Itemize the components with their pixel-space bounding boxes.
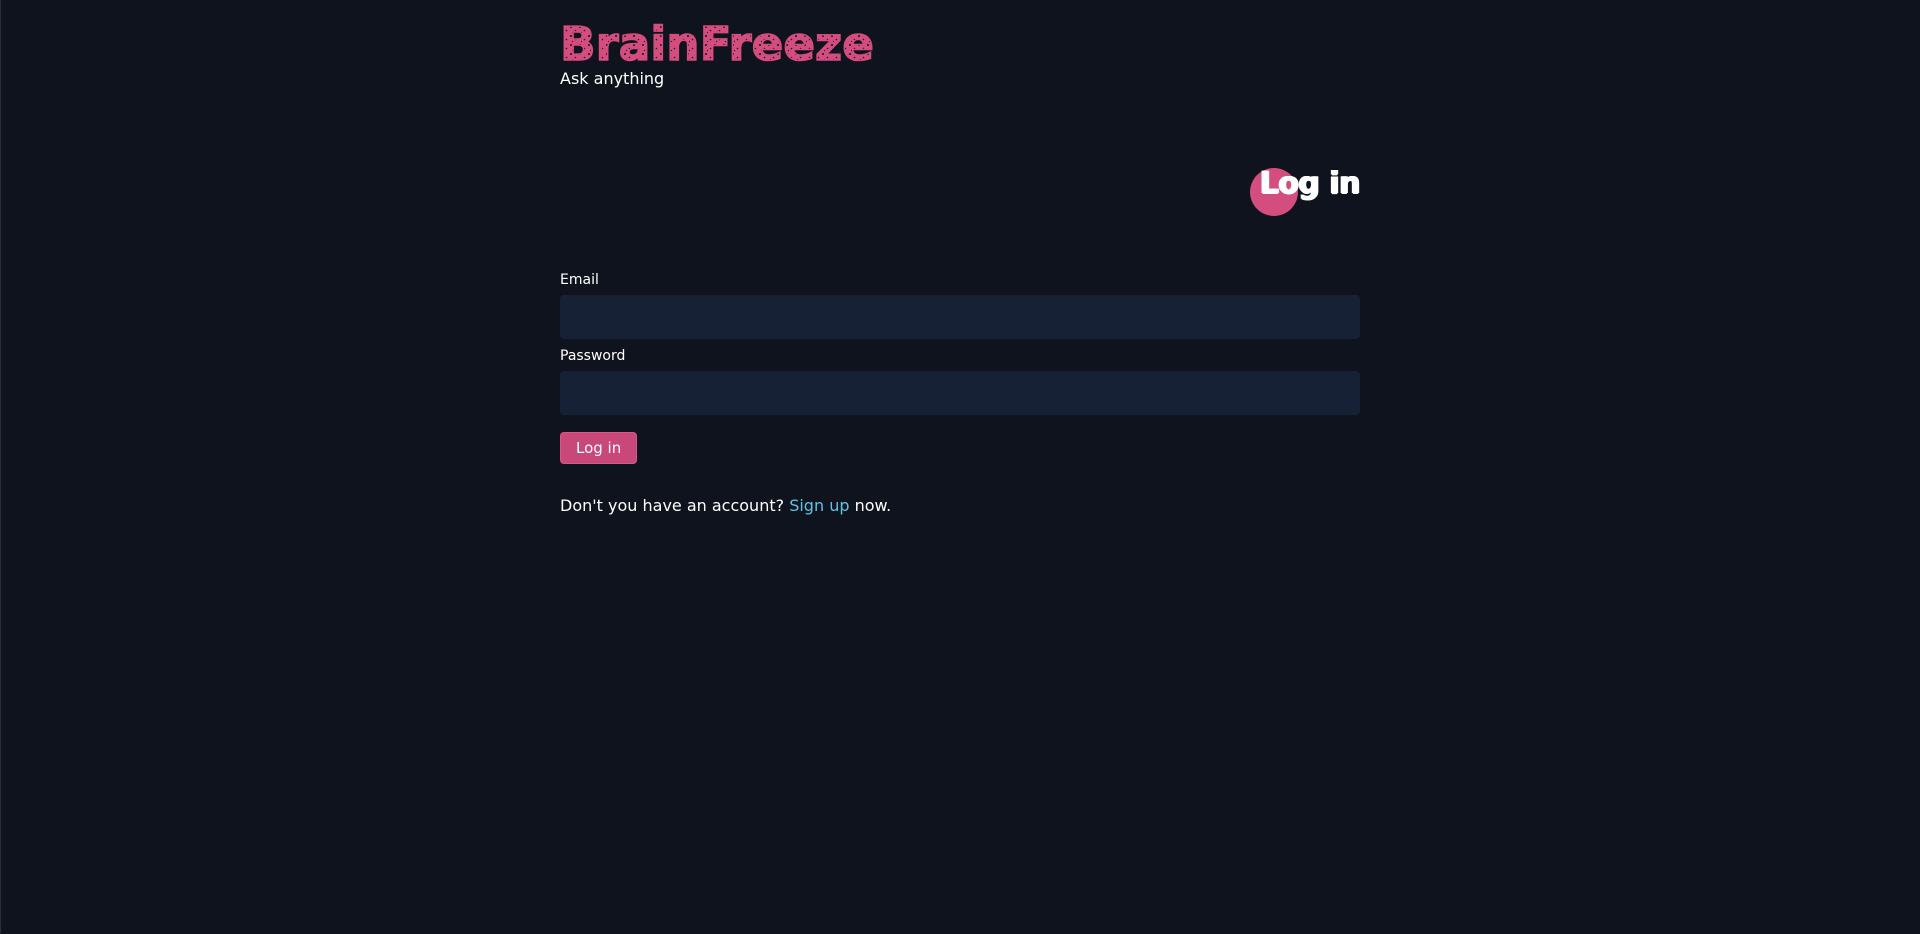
- page-title: Log in: [1259, 166, 1361, 201]
- brand-logo-graphic: BrainFreeze: [560, 16, 875, 68]
- signup-prompt-prefix: Don't you have an account?: [560, 496, 785, 515]
- brand-tagline: Ask anything: [560, 69, 665, 88]
- login-button[interactable]: Log in: [560, 432, 638, 464]
- page-heading: Log in: [1250, 166, 1361, 220]
- signup-prompt-suffix: now.: [854, 496, 892, 515]
- signup-prompt: Don't you have an account? Sign up now.: [560, 496, 891, 515]
- brand-logo-text: BrainFreeze: [560, 17, 874, 68]
- password-field[interactable]: [560, 371, 1360, 415]
- email-field[interactable]: [560, 295, 1360, 339]
- email-label: Email: [560, 272, 599, 288]
- password-label: Password: [560, 348, 626, 364]
- page-frame: [0, 0, 1919, 933]
- brand-logo[interactable]: BrainFreeze: [560, 16, 880, 68]
- signup-link[interactable]: Sign up: [789, 496, 849, 515]
